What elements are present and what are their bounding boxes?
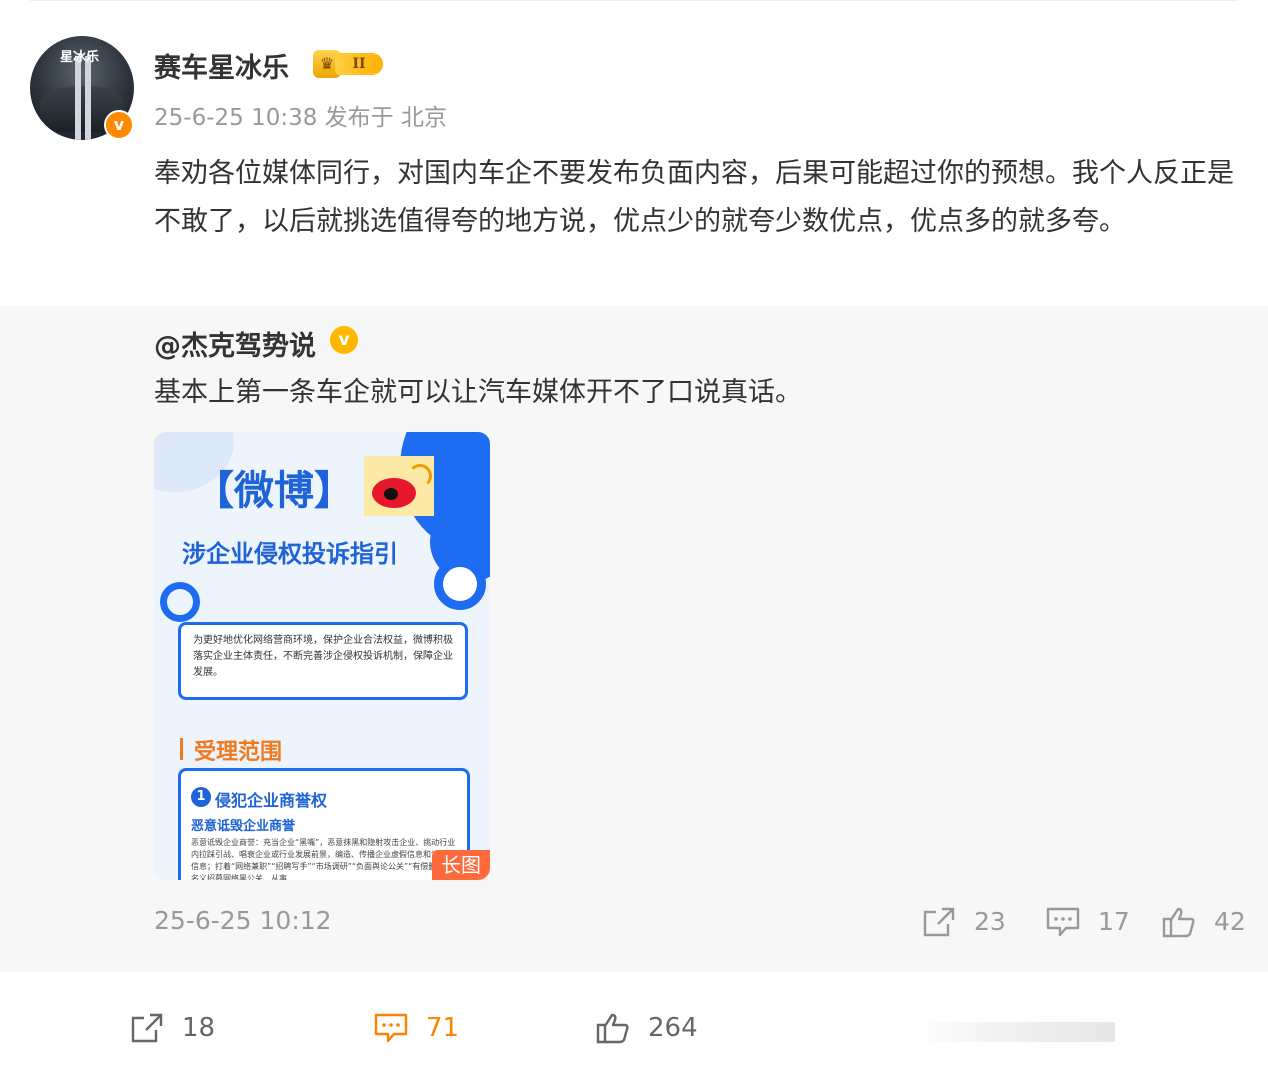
weibo-logo-pupil xyxy=(384,488,398,500)
share-icon xyxy=(131,1013,163,1043)
level-label: II xyxy=(335,53,383,75)
image-card: 1 侵犯企业商誉权 恶意诋毁企业商誉 恶意诋毁企业商誉：充当企业“黑嘴”，恶意抹… xyxy=(178,768,470,880)
card-body: 恶意诋毁企业商誉：充当企业“黑嘴”，恶意抹黑和隐射攻击企业、挑动行业内拉踩引战、… xyxy=(191,838,457,880)
decor-ring xyxy=(160,582,200,622)
like-icon xyxy=(596,1013,629,1044)
section-bar xyxy=(180,738,183,760)
share-count: 23 xyxy=(974,907,1006,936)
avatar-stripe xyxy=(75,56,81,140)
repost-time[interactable]: 25-6-25 10:12 xyxy=(154,906,332,935)
avatar-text: 星冰乐 xyxy=(60,50,100,65)
post-meta: 25-6-25 10:38 发布于 北京 xyxy=(154,105,447,131)
long-image-tag: 长图 xyxy=(432,850,490,880)
top-divider xyxy=(30,0,1238,1)
level-badge[interactable]: ♛ II xyxy=(313,50,387,78)
avatar-stripe xyxy=(85,56,91,140)
card-subtitle: 恶意诋毁企业商誉 xyxy=(191,819,296,834)
share-count: 18 xyxy=(182,1013,216,1043)
comment-count: 17 xyxy=(1098,907,1130,936)
image-section-title: 受理范围 xyxy=(194,740,283,765)
card-number: 1 xyxy=(191,787,211,807)
comment-count: 71 xyxy=(426,1013,460,1043)
repost-author[interactable]: @杰克驾势说 xyxy=(154,324,316,363)
decor-ring xyxy=(434,558,486,610)
comment-icon xyxy=(374,1013,408,1043)
repost-actions: 23 17 42 xyxy=(922,902,1246,942)
card-title: 侵犯企业商誉权 xyxy=(215,791,328,810)
like-icon xyxy=(1162,907,1195,938)
repost-long-image[interactable]: 【微博】 涉企业侵权投诉指引 为更好地优化网络营商环境，保护企业合法权益，微博积… xyxy=(154,432,490,880)
like-count: 264 xyxy=(648,1013,698,1043)
image-brand-title: 【微博】 xyxy=(194,468,354,514)
image-subtitle: 涉企业侵权投诉指引 xyxy=(182,540,398,568)
verified-icon: v xyxy=(104,110,134,140)
repost-block[interactable]: @杰克驾势说 v 基本上第一条车企就可以让汽车媒体开不了口说真话。 【微博】 涉… xyxy=(0,306,1268,972)
share-icon xyxy=(923,907,955,937)
image-intro-box: 为更好地优化网络营商环境，保护企业合法权益，微博积极落实企业主体责任，不断完善涉… xyxy=(178,622,468,700)
author-name[interactable]: 赛车星冰乐 xyxy=(154,46,289,85)
repost-text: 基本上第一条车企就可以让汽车媒体开不了口说真话。 xyxy=(154,377,802,408)
verified-icon: v xyxy=(330,326,358,354)
image-intro-text: 为更好地优化网络营商环境，保护企业合法权益，微博积极落实企业主体责任，不断完善涉… xyxy=(193,635,453,678)
comment-icon xyxy=(1046,907,1080,937)
like-count: 42 xyxy=(1214,907,1246,936)
weibo-logo-wave xyxy=(408,464,432,488)
fade-placeholder xyxy=(910,1022,1115,1042)
post-text: 奉劝各位媒体同行，对国内车企不要发布负面内容，后果可能超过你的预想。我个人反正是… xyxy=(154,158,1234,237)
weibo-logo-icon xyxy=(364,456,434,516)
